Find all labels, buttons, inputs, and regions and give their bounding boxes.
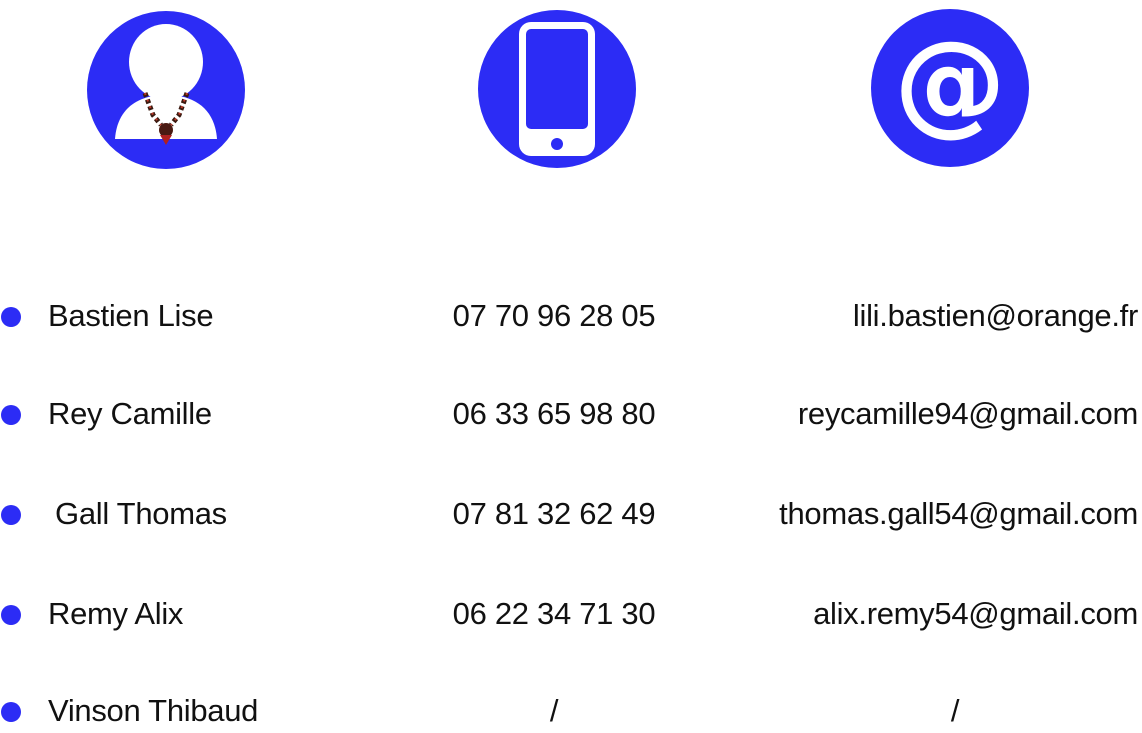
- contact-name: Bastien Lise: [48, 298, 214, 333]
- contact-phone: 06 33 65 98 80: [452, 396, 656, 431]
- bullet-icon: [1, 605, 21, 625]
- person-icon: [87, 11, 245, 169]
- contact-row: Rey Camille 06 33 65 98 80 reycamille94@…: [0, 394, 1142, 434]
- contact-email: thomas.gall54@gmail.com: [779, 496, 1138, 531]
- contact-row: Remy Alix 06 22 34 71 30 alix.remy54@gma…: [0, 594, 1142, 634]
- contact-row: Bastien Lise 07 70 96 28 05 lili.bastien…: [0, 296, 1142, 336]
- contact-name: Gall Thomas: [55, 496, 227, 531]
- contact-email: reycamille94@gmail.com: [797, 396, 1138, 431]
- contact-name: Rey Camille: [48, 396, 212, 431]
- contact-phone: /: [549, 693, 559, 728]
- svg-text:@: @: [894, 18, 1006, 148]
- contact-email: lili.bastien@orange.fr: [852, 298, 1138, 333]
- contact-row: Vinson Thibaud / /: [0, 691, 1142, 731]
- contact-phone: 07 81 32 62 49: [452, 496, 656, 531]
- person-icon-graphic: [115, 24, 217, 145]
- contact-name: Vinson Thibaud: [48, 693, 259, 728]
- contact-email: /: [950, 693, 960, 728]
- bullet-icon: [1, 307, 21, 327]
- contact-name: Remy Alix: [48, 596, 184, 631]
- at-sign-icon: @: [871, 9, 1029, 167]
- contact-email: alix.remy54@gmail.com: [813, 596, 1138, 631]
- contact-phone: 07 70 96 28 05: [452, 298, 656, 333]
- bullet-icon: [1, 505, 21, 525]
- bullet-icon: [1, 405, 21, 425]
- contact-phone: 06 22 34 71 30: [452, 596, 656, 631]
- at-sign-icon-graphic: @: [894, 18, 1006, 148]
- contact-row: Gall Thomas 07 81 32 62 49 thomas.gall54…: [0, 494, 1142, 534]
- smartphone-icon: [478, 10, 636, 168]
- bullet-icon: [1, 702, 21, 722]
- smartphone-icon-graphic: [519, 22, 595, 156]
